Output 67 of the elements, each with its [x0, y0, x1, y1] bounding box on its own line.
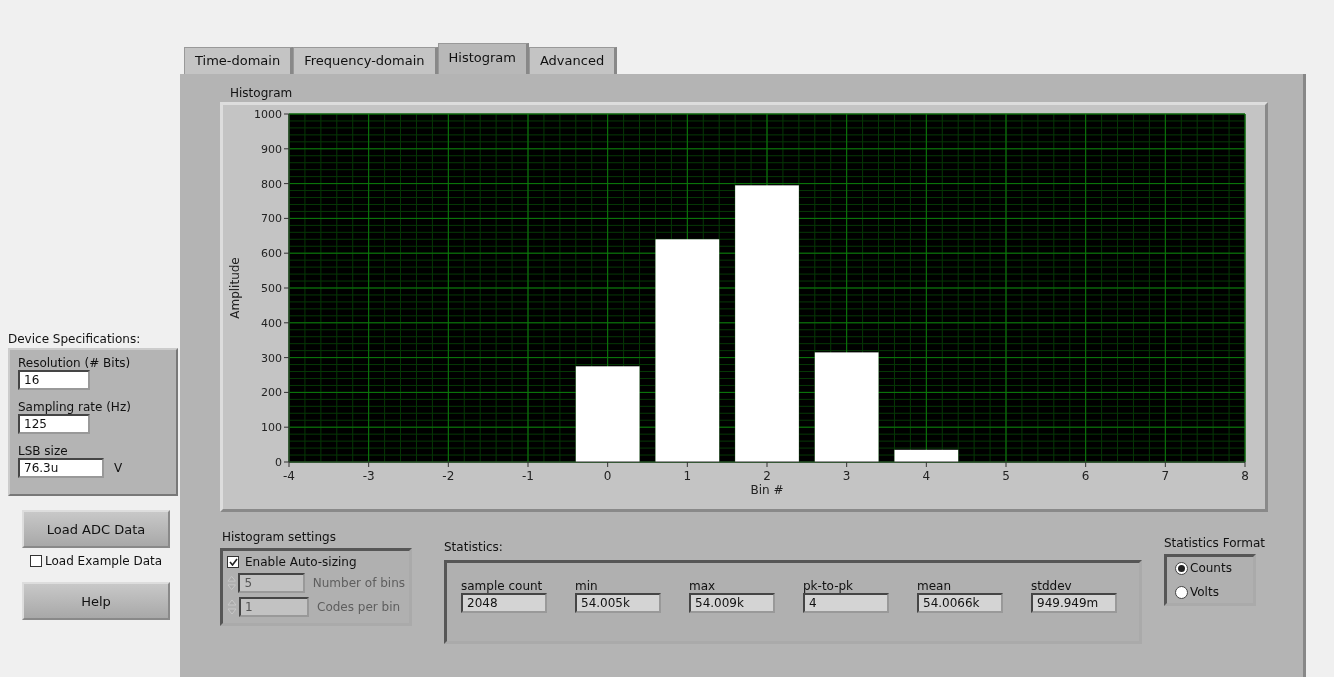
load-button[interactable]: Load ADC Data [22, 510, 170, 548]
axis-title: Amplitude [228, 257, 242, 319]
unit-label: V [114, 461, 123, 475]
axis-tick-label: 6 [1081, 469, 1090, 483]
radio-label: Volts [1190, 585, 1219, 599]
axis-tick-label: 1000 [254, 108, 282, 121]
field-label: sample count [461, 579, 544, 593]
tab[interactable]: Histogram [437, 43, 529, 74]
field-label: Number of bins [312, 576, 405, 590]
axis-tick-label: 4 [922, 469, 931, 483]
axis-tick-label: -1 [522, 469, 534, 483]
axis-tick-label: 0 [603, 469, 612, 483]
axis-tick-label: 200 [261, 386, 282, 400]
field-label: mean [917, 579, 953, 593]
value-field: 949.949m [1031, 593, 1117, 613]
checkmark-icon [228, 558, 238, 566]
axis-tick-label: 5 [1002, 469, 1010, 483]
tab[interactable]: Frequency-domain [293, 47, 438, 74]
checkbox[interactable] [30, 555, 42, 567]
field-label: stddev [1031, 579, 1073, 593]
axis-tick-label: 800 [261, 177, 282, 191]
axis-tick-label: 600 [261, 247, 282, 261]
checkbox[interactable] [227, 556, 239, 568]
axis-tick-label: 7 [1161, 469, 1170, 483]
tab[interactable]: Time-domain [184, 47, 294, 74]
value-field: 2048 [461, 593, 547, 613]
group-title: Statistics Format [1164, 536, 1265, 550]
radio-button[interactable] [1175, 561, 1188, 575]
group-title: Histogram settings [222, 530, 337, 544]
axis-tick-label: 900 [261, 142, 282, 156]
radio-label: Counts [1190, 561, 1232, 575]
axis-tick-label: 700 [261, 212, 282, 226]
axis-tick-label: 400 [261, 316, 282, 330]
axis-tick-label: -3 [362, 469, 375, 483]
value-field: 54.0066k [917, 593, 1003, 613]
field-label: Sampling rate (Hz) [18, 400, 132, 414]
axis-tick-label: 2 [763, 469, 771, 483]
field-label: min [575, 579, 599, 593]
axis-tick-label: 1 [683, 469, 692, 483]
axis-tick-label: 3 [842, 469, 851, 483]
axis-tick-label: 500 [261, 282, 282, 295]
tab[interactable]: Advanced [528, 47, 618, 74]
axis-tick-label: 0 [275, 456, 282, 469]
value-field: 54.009k [689, 593, 775, 613]
axis-tick-label: 300 [261, 351, 282, 365]
field-label: pk-to-pk [803, 579, 855, 593]
axis-tick-label: -2 [442, 469, 455, 483]
section-title: Device Specifications: [8, 332, 142, 346]
axis-title: Bin # [750, 483, 784, 497]
axis-tick-label: -4 [283, 469, 295, 483]
checkbox-label: Enable Auto-sizing [245, 555, 357, 569]
value-field: 4 [803, 593, 889, 613]
axis-tick-label: 8 [1241, 469, 1249, 483]
help-button[interactable]: Help [22, 582, 170, 620]
field-label: max [689, 579, 717, 593]
axis-tick-label: 100 [261, 421, 282, 435]
group-title: Statistics: [444, 540, 504, 554]
value-field[interactable]: 76.3u [18, 458, 104, 478]
field-label: Resolution (# Bits) [18, 356, 132, 370]
value-field: 54.005k [575, 593, 661, 613]
field-label: Codes per bin [317, 600, 401, 614]
field-label: LSB size [18, 444, 69, 458]
radio-button[interactable] [1175, 585, 1188, 599]
chart-title: Histogram [230, 86, 294, 100]
value-field[interactable]: 125 [18, 414, 90, 434]
value-field[interactable]: 16 [18, 370, 90, 390]
checkbox-label: Load Example Data [45, 554, 163, 568]
